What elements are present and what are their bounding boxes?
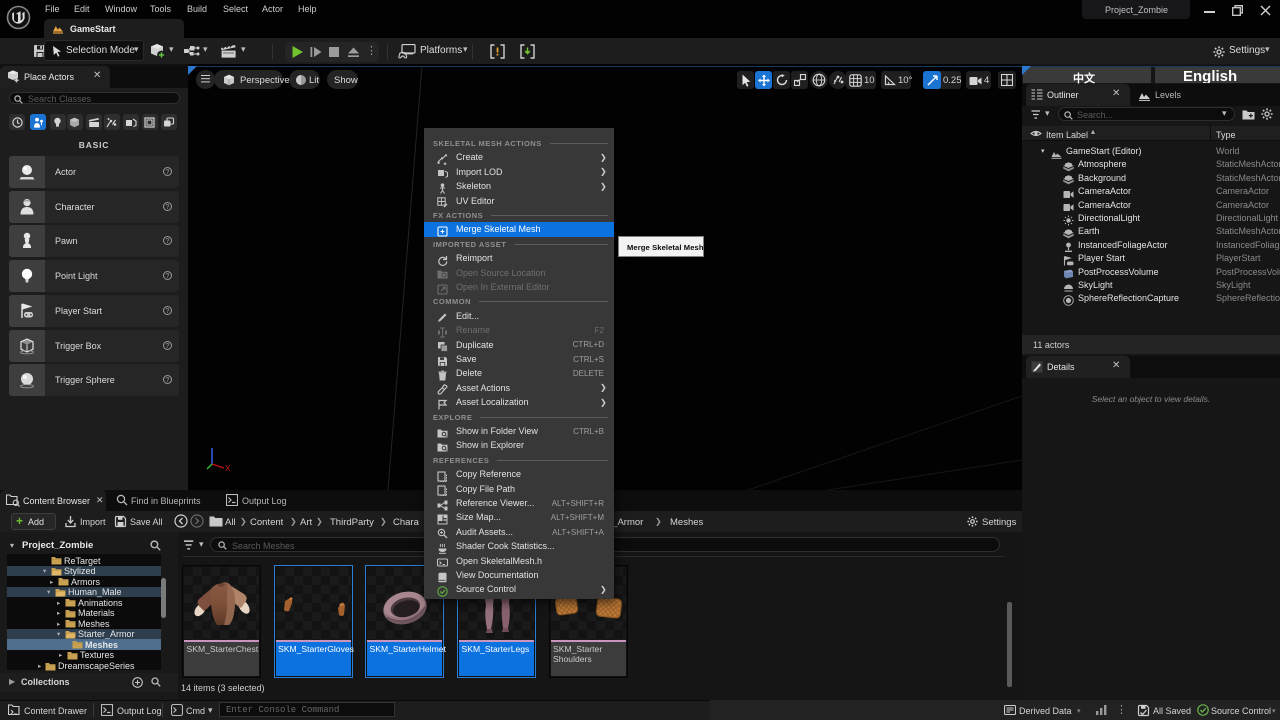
svg-text:X: X bbox=[225, 464, 231, 473]
